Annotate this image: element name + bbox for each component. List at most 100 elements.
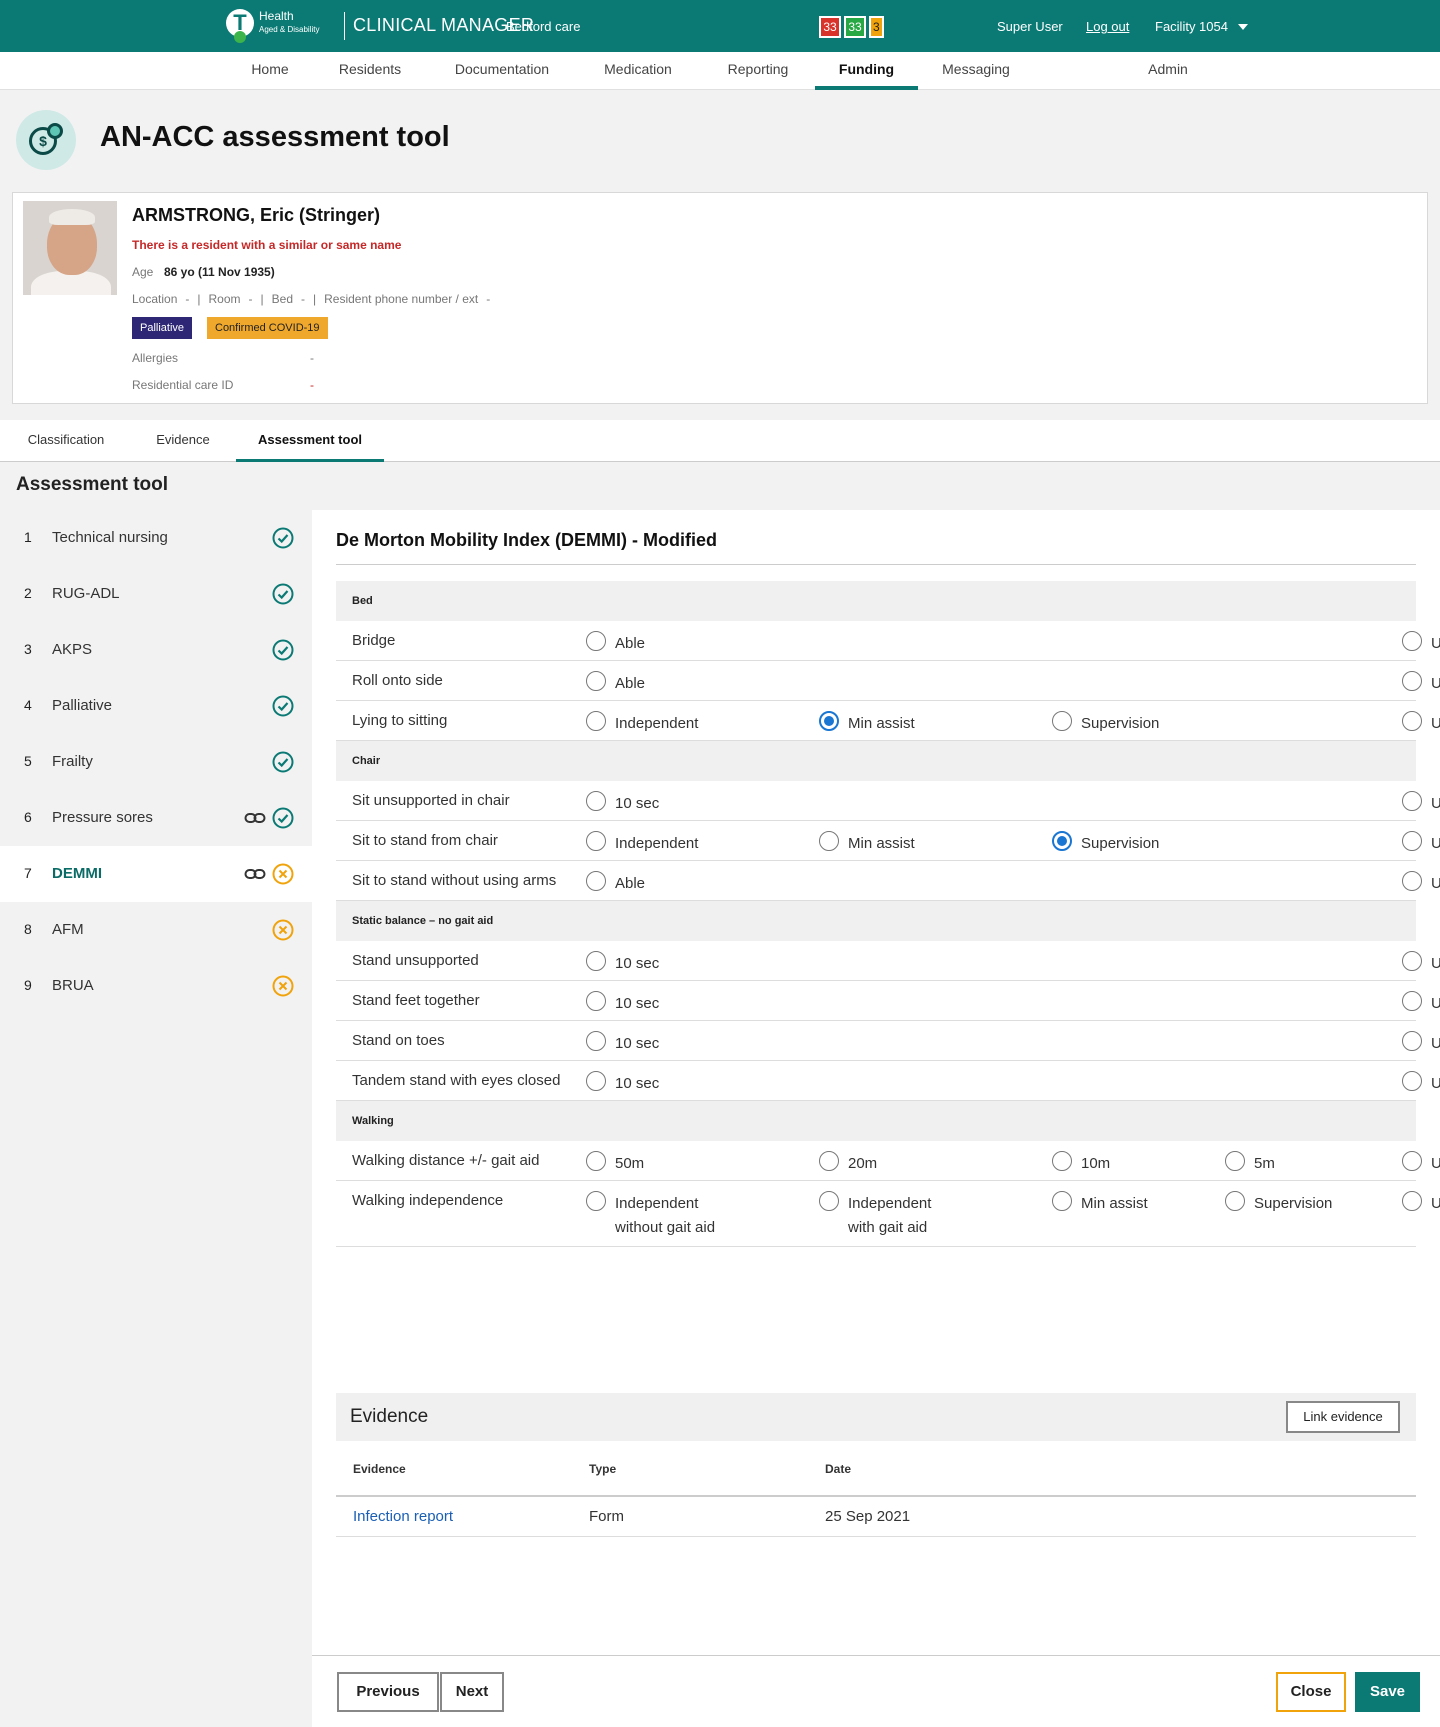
link-icon [244,865,266,883]
radio-button[interactable] [586,791,606,811]
radio-button[interactable] [586,951,606,971]
radio-button[interactable] [586,1071,606,1091]
radio-button[interactable] [1402,871,1422,891]
assessment-step[interactable]: 3 AKPS [0,622,312,678]
resident-location-line: Location - | Room - | Bed - | Resident phone numb… [132,292,498,306]
resident-name[interactable]: ARMSTRONG, Eric (Stringer) [132,205,380,226]
site-name: Bedford care [506,19,581,34]
radio-button[interactable] [586,711,606,731]
radio-button[interactable] [1052,1191,1072,1211]
radio-button[interactable] [1225,1151,1245,1171]
radio-button[interactable] [586,831,606,851]
radio-button[interactable] [1225,1191,1245,1211]
radio-button[interactable] [586,1191,606,1211]
radio-button[interactable] [819,1191,839,1211]
radio-button[interactable] [1052,831,1072,851]
radio-button[interactable] [586,671,606,691]
form-section-header: Chair [336,741,1416,781]
nav-messaging[interactable]: Messaging [936,52,1016,90]
nav-funding[interactable]: Funding [815,52,918,90]
nav-documentation[interactable]: Documentation [446,52,558,90]
radio-button[interactable] [1402,1191,1422,1211]
radio-button[interactable] [819,1151,839,1171]
nav-admin[interactable]: Admin [1130,52,1206,90]
radio-button[interactable] [1402,991,1422,1011]
logout-link[interactable]: Log out [1086,19,1129,34]
phone-value: - [486,292,491,306]
assessment-step[interactable]: 5 Frailty [0,734,312,790]
assessment-step[interactable]: 8 AFM [0,902,312,958]
next-button[interactable]: Next [440,1672,504,1712]
assessment-step[interactable]: 4 Palliative [0,678,312,734]
radio-button[interactable] [1052,1151,1072,1171]
radio-button[interactable] [1402,671,1422,691]
nav-residents[interactable]: Residents [334,52,406,90]
form-row: Sit to stand from chair Independent Min as… [336,821,1440,861]
radio-button[interactable] [819,831,839,851]
allergies-value: - [310,351,314,365]
tab-assessment-tool[interactable]: Assessment tool [236,420,384,462]
form-row: Sit unsupported in chair 10 sec Unable [336,781,1440,821]
option-label: 5m [1254,1155,1275,1172]
option-label: 10 sec [615,1075,660,1092]
radio-button[interactable] [1402,791,1422,811]
radio-button[interactable] [586,1031,606,1051]
radio-button[interactable] [1402,951,1422,971]
option-label: Unable [1431,835,1440,852]
question-label: Stand on toes [352,1032,445,1049]
alert-count-red[interactable]: 33 [819,16,841,38]
tab-evidence[interactable]: Evidence [140,420,226,462]
assessment-step[interactable]: 7 DEMMI [0,846,312,902]
previous-button[interactable]: Previous [337,1672,439,1712]
nav-home[interactable]: Home [240,52,300,90]
location-value: - [185,292,190,306]
check-circle-icon [272,527,294,549]
option-label: Unable [1431,675,1440,692]
radio-button[interactable] [586,871,606,891]
tab-classification[interactable]: Classification [16,420,116,462]
radio-button[interactable] [1402,1071,1422,1091]
evidence-date: 25 Sep 2021 [825,1508,911,1525]
facility-selector[interactable]: Facility 1054 [1155,19,1228,34]
chevron-down-icon[interactable] [1238,24,1248,30]
link-evidence-button[interactable]: Link evidence [1286,1401,1400,1433]
question-label: Stand feet together [352,992,480,1009]
radio-button[interactable] [819,711,839,731]
assessment-step[interactable]: 2 RUG-ADL [0,566,312,622]
option-label: Min assist [848,715,915,732]
main-nav: Home Residents Documentation Medication … [0,52,1440,90]
radio-button[interactable] [1402,631,1422,651]
nav-medication[interactable]: Medication [596,52,680,90]
radio-button[interactable] [586,991,606,1011]
step-label: AFM [52,921,84,938]
covid-badge: Confirmed COVID-19 [207,317,328,339]
step-number: 8 [24,921,32,937]
date-column-header: Date [825,1462,852,1476]
radio-button[interactable] [1402,711,1422,731]
assessment-step[interactable]: 9 BRUA [0,958,312,1014]
option-label: Min assist [848,835,915,852]
close-button[interactable]: Close [1276,1672,1346,1712]
radio-button[interactable] [1402,1151,1422,1171]
form-row: Tandem stand with eyes closed 10 sec Unabl… [336,1061,1440,1101]
brand-subtitle: Aged & Disability [259,25,320,34]
form-row: Stand unsupported 10 sec Unable [336,941,1440,981]
nav-reporting[interactable]: Reporting [718,52,798,90]
similar-name-warning: There is a resident with a similar or sa… [132,238,402,252]
bed-value: - [301,292,305,306]
radio-button[interactable] [1402,1031,1422,1051]
radio-button[interactable] [1402,831,1422,851]
step-label: Palliative [52,697,113,714]
option-label: Unable [1431,1035,1440,1052]
radio-button[interactable] [1052,711,1072,731]
radio-button[interactable] [586,631,606,651]
option-label: Unable [1431,955,1440,972]
assessment-step[interactable]: 6 Pressure sores [0,790,312,846]
radio-button[interactable] [586,1151,606,1171]
evidence-link[interactable]: Infection report [353,1508,453,1525]
save-button[interactable]: Save [1355,1672,1420,1712]
alert-count-green[interactable]: 33 [844,16,866,38]
alert-count-amber[interactable]: 3 [869,16,884,38]
assessment-step[interactable]: 1 Technical nursing [0,510,312,566]
option-label: Supervision [1254,1195,1333,1212]
